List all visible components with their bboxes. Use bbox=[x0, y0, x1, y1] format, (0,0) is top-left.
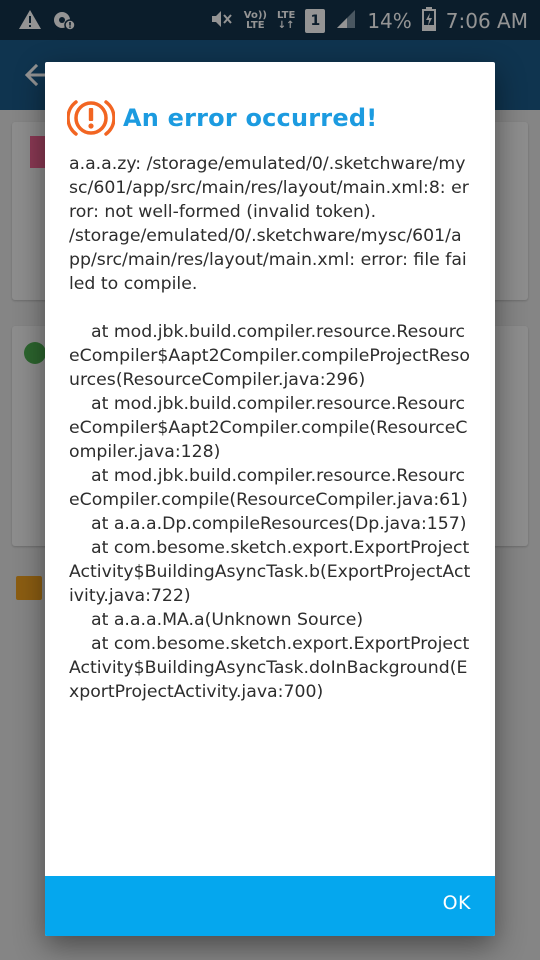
error-alert-icon bbox=[66, 96, 116, 140]
error-message: a.a.a.zy: /storage/emulated/0/.sketchwar… bbox=[69, 154, 471, 702]
dialog-footer: OK bbox=[45, 876, 495, 936]
error-dialog: An error occurred! a.a.a.zy: /storage/em… bbox=[45, 62, 495, 936]
ok-button[interactable]: OK bbox=[443, 892, 471, 914]
dialog-title: An error occurred! bbox=[123, 104, 378, 132]
dialog-header: An error occurred! bbox=[66, 96, 378, 140]
dialog-message-scroll[interactable]: a.a.a.zy: /storage/emulated/0/.sketchwar… bbox=[69, 152, 471, 848]
